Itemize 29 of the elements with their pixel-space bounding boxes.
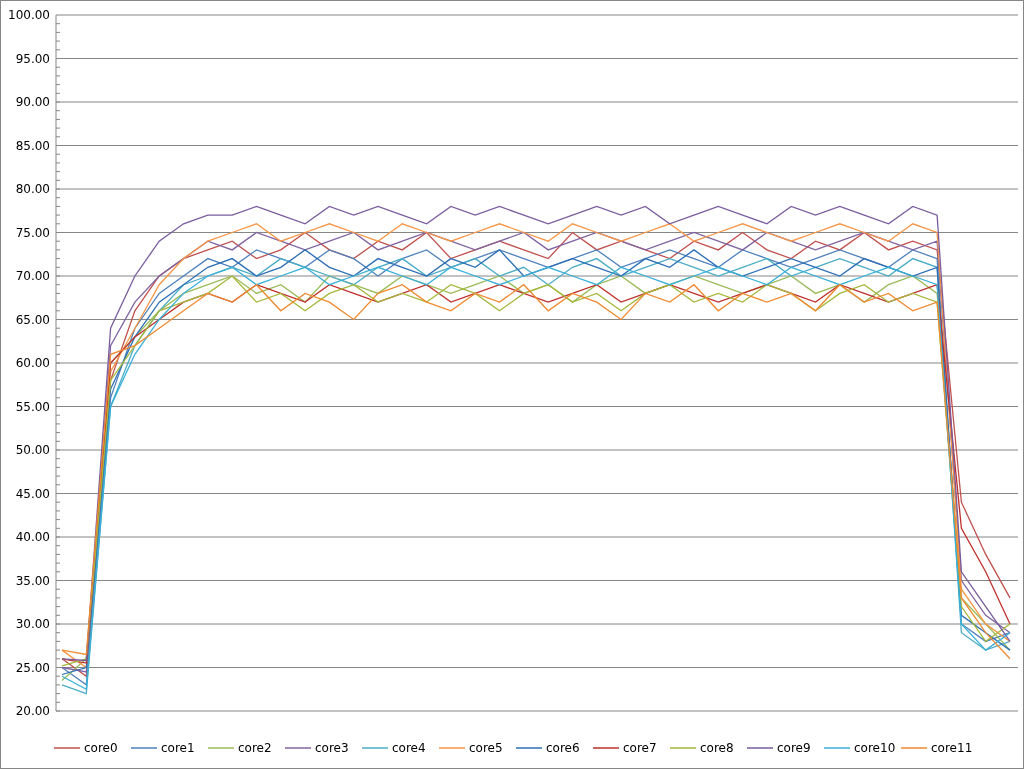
legend-label: core6 <box>546 741 580 755</box>
axis-tick-label: 65.00 <box>15 312 50 327</box>
axis-tick-label: 95.00 <box>15 51 50 66</box>
legend-label: core7 <box>623 741 657 755</box>
axis-tick-label: 80.00 <box>15 182 50 196</box>
legend-label: core0 <box>84 741 118 755</box>
axis-tick-label: 75.00 <box>15 225 50 240</box>
legend-label: core3 <box>315 741 349 755</box>
axis-tick-label: 30.00 <box>15 617 50 631</box>
axis-tick-label: 70.00 <box>15 269 50 283</box>
axis-tick-label: 20.00 <box>15 704 50 718</box>
legend-label: core5 <box>469 741 503 755</box>
axis-tick-label: 90.00 <box>15 95 50 109</box>
axis-tick-label: 100.00 <box>8 8 50 22</box>
legend-label: core4 <box>392 741 426 755</box>
legend-label: core2 <box>238 741 272 755</box>
axis-tick-label: 85.00 <box>15 138 50 153</box>
legend-label: core10 <box>854 741 896 755</box>
legend-label: core8 <box>700 741 734 755</box>
axis-tick-label: 55.00 <box>15 399 50 414</box>
axis-tick-label: 45.00 <box>15 486 50 501</box>
axis-tick-label: 35.00 <box>15 573 50 588</box>
axis-tick-label: 40.00 <box>15 530 50 544</box>
axis-tick-label: 60.00 <box>15 356 50 370</box>
legend-label: core11 <box>931 741 973 755</box>
legend-label: core1 <box>161 741 195 755</box>
axis-tick-label: 25.00 <box>15 660 50 675</box>
legend-label: core9 <box>777 741 811 755</box>
axis-tick-label: 50.00 <box>15 443 50 457</box>
